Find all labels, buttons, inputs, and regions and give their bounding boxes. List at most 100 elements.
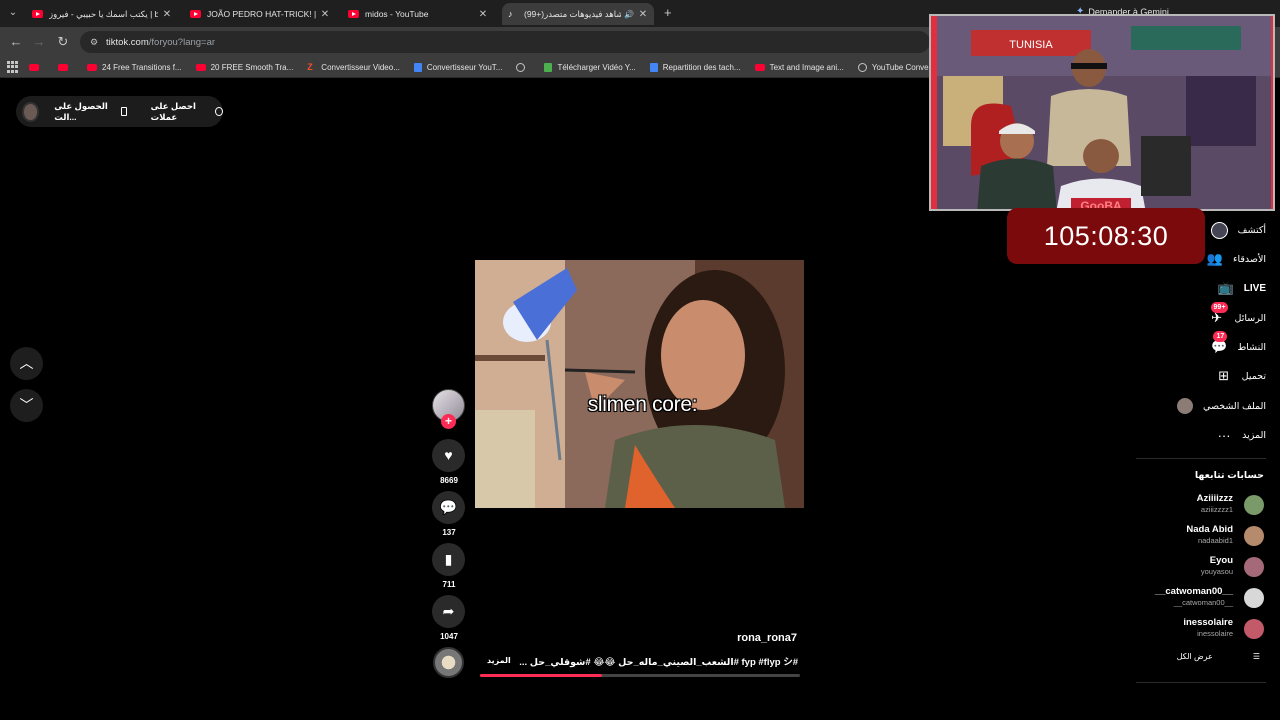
account-name: Eyou bbox=[1209, 555, 1233, 566]
close-icon[interactable]: ✕ bbox=[478, 9, 488, 20]
upload-icon: ⊞ bbox=[1218, 368, 1230, 383]
bookmark-10[interactable]: Text and Image ani... bbox=[754, 63, 844, 72]
tab-search-icon[interactable]: ⌄ bbox=[6, 6, 20, 20]
like-count: 8669 bbox=[440, 476, 458, 485]
forward-icon[interactable]: → bbox=[31, 34, 47, 50]
get-coins-label: احصل على عملات bbox=[150, 100, 196, 122]
like-button[interactable]: ♥ bbox=[432, 439, 465, 472]
sidebar-item-messages[interactable]: ✈ 99+ الرسائل bbox=[1207, 302, 1266, 329]
sidebar-item-upload[interactable]: ⊞ تحميل bbox=[1214, 365, 1266, 387]
following-account[interactable]: Nada Abid nadaabid1 bbox=[1124, 524, 1264, 550]
bookmark-3[interactable]: 24 Free Transitions f... bbox=[87, 63, 182, 72]
heart-icon: ♥ bbox=[444, 447, 453, 463]
account-name: Aziiiizzz bbox=[1196, 493, 1233, 504]
bookmark-2[interactable] bbox=[58, 63, 73, 71]
bookmark-6[interactable]: Convertisseur YouT... bbox=[413, 62, 502, 72]
sidebar-item-label: الملف الشخصي bbox=[1203, 400, 1266, 412]
bookmark-7[interactable] bbox=[516, 62, 530, 72]
sidebar-item-label: الرسائل bbox=[1234, 312, 1266, 324]
get-coins-button[interactable]: احصل على عملات bbox=[150, 100, 224, 123]
new-tab-button[interactable]: + bbox=[664, 5, 672, 20]
sidebar-item-label: النشاط bbox=[1237, 341, 1266, 353]
video-username[interactable]: rona_rona7 bbox=[600, 632, 797, 644]
youtube-icon bbox=[195, 63, 206, 71]
bookmark-label: Convertisseur Video... bbox=[321, 62, 400, 72]
tab-label: midos - YouTube bbox=[365, 9, 429, 19]
share-button[interactable]: ➦ bbox=[432, 595, 465, 628]
following-account[interactable]: __catwoman00__ __catwoman00__ bbox=[1124, 586, 1264, 612]
previous-video-button[interactable]: ︿ bbox=[10, 347, 43, 380]
account-handle: aziiizzzz1 bbox=[1200, 505, 1233, 514]
bookmark-1[interactable] bbox=[29, 63, 44, 71]
sidebar-item-friends[interactable]: 👥 الأصدقاء bbox=[1205, 248, 1266, 270]
video-caption: slimen core: bbox=[587, 393, 698, 416]
sidebar-item-label: أكتشف bbox=[1237, 224, 1266, 236]
bookmark-5[interactable]: Z Convertisseur Video... bbox=[307, 62, 400, 72]
address-bar[interactable]: ⚙ tiktok.com/foryou?lang=ar bbox=[80, 31, 930, 53]
youtube-icon bbox=[348, 10, 359, 18]
next-video-button[interactable]: ﹀ bbox=[10, 389, 43, 422]
sidebar-item-profile[interactable]: الملف الشخصي bbox=[1175, 395, 1266, 417]
youtube-icon bbox=[754, 63, 765, 71]
browser-tab-3[interactable]: midos - YouTube ✕ bbox=[342, 3, 494, 25]
music-disc-icon[interactable] bbox=[433, 647, 464, 678]
avatar bbox=[1244, 526, 1264, 546]
reload-icon[interactable]: ↻ bbox=[55, 34, 71, 50]
bookmark-label: Repartition des tach... bbox=[662, 62, 741, 72]
video-player[interactable]: slimen core: bbox=[475, 260, 804, 508]
back-icon[interactable]: ← bbox=[8, 34, 24, 50]
messages-badge: 99+ bbox=[1210, 302, 1229, 313]
apps-grid-icon[interactable] bbox=[7, 61, 19, 73]
comment-icon: 💬 bbox=[439, 499, 458, 515]
bookmark-8[interactable]: Télécharger Vidéo Y... bbox=[544, 62, 636, 72]
browser-tab-4-active[interactable]: ♪ (99+)شاهد فيديوهات متصدر 🔊 ✕ bbox=[502, 3, 654, 25]
browser-tab-2[interactable]: JOÃO PEDRO HAT-TRICK! | Che ✕ bbox=[184, 3, 336, 25]
bookmark-label: 20 FREE Smooth Tra... bbox=[210, 62, 294, 72]
avatar[interactable] bbox=[22, 101, 40, 122]
speaker-icon[interactable]: 🔊 bbox=[624, 10, 634, 19]
following-account[interactable]: Eyou youyasou bbox=[1124, 555, 1264, 581]
close-icon[interactable]: ✕ bbox=[320, 9, 330, 20]
account-name: Nada Abid bbox=[1186, 524, 1233, 535]
close-icon[interactable]: ✕ bbox=[638, 9, 648, 20]
promo-pill: الحصول على الت... احصل على عملات bbox=[16, 96, 224, 127]
banner-text: TUNISIA bbox=[1009, 39, 1053, 51]
following-account[interactable]: Aziiiizzz aziiizzzz1 bbox=[1124, 493, 1264, 519]
live-icon: 📺 bbox=[1217, 280, 1234, 295]
tiktok-icon: ♪ bbox=[508, 9, 513, 19]
sidebar-item-label: تحميل bbox=[1241, 370, 1266, 382]
site-info-icon[interactable]: ⚙ bbox=[88, 36, 100, 48]
avatar bbox=[1244, 495, 1264, 515]
sidebar-item-label: LIVE bbox=[1243, 282, 1266, 294]
follow-plus-icon[interactable]: + bbox=[441, 414, 456, 429]
sidebar-item-live[interactable]: 📺 LIVE bbox=[1216, 277, 1266, 299]
following-account[interactable]: inessolaire inessolaire bbox=[1124, 617, 1264, 643]
video-description: #fyp #flyp シ #الشعب_الصيني_ماله_حل 😂😂 #ش… bbox=[519, 657, 798, 668]
tab-label: يكتب اسمك يا حبيبي - فيروز | be bbox=[49, 8, 158, 19]
sidebar-item-label: المزيد bbox=[1242, 429, 1266, 441]
browser-tab-1[interactable]: يكتب اسمك يا حبيبي - فيروز | be ✕ bbox=[26, 3, 178, 25]
globe-icon bbox=[516, 62, 526, 72]
sidebar-item-activity[interactable]: 💬 17 النشاط bbox=[1209, 331, 1266, 358]
close-icon[interactable]: ✕ bbox=[162, 9, 172, 20]
bookmark-9[interactable]: Repartition des tach... bbox=[649, 62, 741, 72]
following-title: حسابات تتابعها bbox=[1194, 470, 1264, 481]
url-host: tiktok.com bbox=[106, 36, 149, 48]
url-path: /foryou?lang=ar bbox=[148, 36, 216, 48]
get-app-button[interactable]: الحصول على الت... bbox=[54, 101, 127, 123]
account-handle: youyasou bbox=[1200, 567, 1233, 576]
bookmark-4[interactable]: 20 FREE Smooth Tra... bbox=[195, 62, 294, 72]
more-link[interactable]: المزيد bbox=[487, 656, 511, 665]
z-icon: Z bbox=[307, 62, 313, 72]
comment-button[interactable]: 💬 bbox=[432, 491, 465, 524]
video-progress-bar[interactable] bbox=[480, 674, 800, 677]
stream-timer: 105:08:30 bbox=[1007, 208, 1205, 264]
account-handle: inessolaire bbox=[1197, 629, 1233, 638]
sidebar-item-explore[interactable]: أكتشف bbox=[1210, 219, 1266, 241]
avatar bbox=[1244, 557, 1264, 577]
phone-icon bbox=[121, 107, 127, 116]
save-button[interactable]: ▮ bbox=[432, 543, 465, 576]
see-all-button[interactable]: عرض الكل ☰ bbox=[1177, 652, 1260, 661]
sidebar-item-more[interactable]: ··· المزيد bbox=[1214, 424, 1266, 446]
avatar bbox=[1244, 588, 1264, 608]
